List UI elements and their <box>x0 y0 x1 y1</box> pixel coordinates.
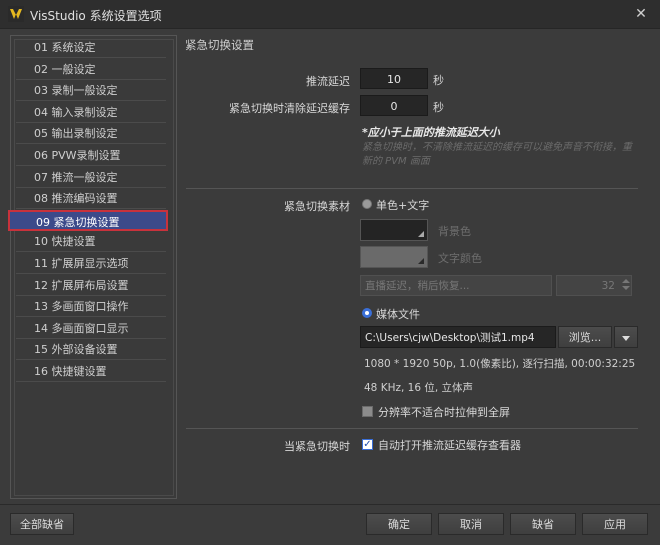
sidebar-item[interactable]: 12 扩展屏布局设置 <box>16 275 166 296</box>
cancel-button[interactable]: 取消 <box>438 513 504 535</box>
sidebar-item[interactable]: 13 多画面窗口操作 <box>16 296 166 318</box>
default-button[interactable]: 缺省 <box>510 513 576 535</box>
sidebar-item[interactable]: 01 系统设定 <box>16 37 166 58</box>
background-color-label: 背景色 <box>438 225 471 238</box>
sidebar-item[interactable]: 08 推流编码设置 <box>16 188 166 210</box>
delay-hint: 紧急切换时，不清除推流延迟的缓存可以避免声音不衔接，重新的 PVM 画面 <box>362 142 632 167</box>
delay-input[interactable]: 10 <box>360 68 428 89</box>
section-title: 紧急切换设置 <box>185 38 254 52</box>
settings-window: VisStudio 系统设置选项 ✕ 01 系统设定 02 一般设定 03 录制一般… <box>0 0 660 545</box>
media-file-path-input[interactable]: C:\Users\cjw\Desktop\测试1.mp4 <box>360 326 556 348</box>
auto-open-viewer-checkbox[interactable]: ✓ <box>362 439 373 450</box>
close-icon[interactable]: ✕ <box>632 5 650 23</box>
sidebar-item[interactable]: 07 推流一般设定 <box>16 167 166 188</box>
text-color-label: 文字颜色 <box>438 252 482 265</box>
color-text-radio[interactable] <box>362 199 372 209</box>
sidebar-item[interactable]: 03 录制一般设定 <box>16 80 166 102</box>
background-color-picker[interactable] <box>360 219 428 241</box>
auto-open-viewer-label: 自动打开推流延迟缓存查看器 <box>378 439 521 452</box>
browse-button[interactable]: 浏览... <box>558 326 612 348</box>
sidebar-item[interactable]: 05 输出录制设定 <box>16 123 166 145</box>
overlay-text-input[interactable]: 直播延迟，稍后恢复... <box>360 275 552 296</box>
on-switch-label: 当紧急切换时 <box>284 440 350 453</box>
material-label: 紧急切换素材 <box>284 200 350 213</box>
media-file-option-label: 媒体文件 <box>376 308 420 321</box>
apply-button[interactable]: 应用 <box>582 513 648 535</box>
window-title: VisStudio 系统设置选项 <box>30 9 162 23</box>
sidebar-item[interactable]: 16 快捷键设置 <box>16 361 166 382</box>
text-color-picker[interactable] <box>360 246 428 268</box>
stretch-fullscreen-label: 分辨率不适合时拉伸到全屏 <box>378 406 510 419</box>
color-text-option-label: 单色+文字 <box>376 199 430 212</box>
sidebar-item[interactable]: 14 多画面窗口显示 <box>16 318 166 339</box>
app-logo-icon <box>8 6 24 22</box>
media-audio-info: 48 KHz, 16 位, 立体声 <box>364 382 474 394</box>
sidebar-item[interactable]: 09 紧急切换设置 <box>8 209 168 231</box>
media-video-info: 1080 * 1920 50p, 1.0(像素比), 逐行扫描, 00:00:3… <box>364 358 636 370</box>
delay-unit: 秒 <box>433 74 444 87</box>
divider <box>186 428 638 429</box>
ok-button[interactable]: 确定 <box>366 513 432 535</box>
sidebar-item[interactable]: 02 一般设定 <box>16 59 166 80</box>
title-bar: VisStudio 系统设置选项 ✕ <box>0 0 660 29</box>
browse-dropdown-button[interactable] <box>614 326 638 348</box>
delay-label: 推流延迟 <box>306 75 350 88</box>
media-file-radio[interactable] <box>362 308 372 318</box>
footer-divider <box>0 504 660 505</box>
restore-all-defaults-button[interactable]: 全部缺省 <box>10 513 74 535</box>
sidebar-item[interactable]: 11 扩展屏显示选项 <box>16 253 166 274</box>
clear-cache-input[interactable]: 0 <box>360 95 428 116</box>
clear-cache-label: 紧急切换时清除延迟缓存 <box>229 102 350 115</box>
stretch-fullscreen-checkbox[interactable] <box>362 406 373 417</box>
divider <box>186 188 638 189</box>
sidebar-item[interactable]: 15 外部设备设置 <box>16 339 166 361</box>
clear-cache-unit: 秒 <box>433 101 444 114</box>
sidebar-item[interactable]: 06 PVW录制设置 <box>16 145 166 166</box>
delay-note: *应小于上面的推流延迟大小 <box>362 126 500 139</box>
font-size-spinner[interactable] <box>620 275 632 296</box>
sidebar-item[interactable]: 04 输入录制设定 <box>16 102 166 123</box>
chevron-down-icon <box>622 335 630 341</box>
sidebar-item[interactable]: 10 快捷设置 <box>16 231 166 253</box>
